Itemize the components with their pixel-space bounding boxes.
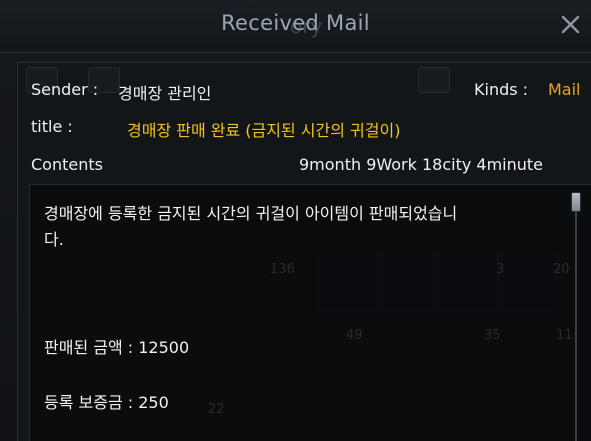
background-number: 20 — [553, 262, 570, 277]
background-slot — [418, 67, 450, 93]
contents-label: Contents — [31, 155, 103, 174]
background-number: 3 — [496, 262, 505, 277]
mail-timestamp: 9month 9Work 18city 4minute — [299, 155, 544, 174]
background-number: 35 — [484, 328, 501, 343]
close-icon — [561, 15, 580, 34]
title-label: title : — [31, 117, 73, 136]
sender-label: Sender : — [31, 80, 99, 99]
background-number: 11 — [556, 328, 573, 343]
scrollbar-thumb[interactable] — [571, 192, 581, 212]
background-number: 22 — [208, 402, 225, 417]
background-number: 49 — [346, 328, 363, 343]
close-button[interactable] — [557, 10, 585, 38]
background-number: 136 — [270, 262, 295, 277]
mail-content-area[interactable]: 경매장에 등록한 금지된 시간의 귀걸이 아이템이 판매되었습니 다. 판매된 … — [29, 184, 591, 441]
kinds-label: Kinds : — [474, 80, 529, 99]
kinds-value: Mail — [548, 80, 581, 99]
received-mail-window: ory Received Mail Sender : 경매장 관리인 Kinds… — [0, 0, 591, 441]
sender-value: 경매장 관리인 — [118, 84, 212, 103]
deposit-line: 등록 보증금 : 250 — [44, 393, 169, 412]
body-line-1: 경매장에 등록한 금지된 시간의 귀걸이 아이템이 판매되었습니 — [44, 204, 458, 223]
window-titlebar: ory Received Mail — [0, 0, 591, 53]
body-line-2: 다. — [44, 230, 64, 249]
content-scrollbar[interactable] — [569, 190, 583, 441]
mail-title: 경매장 판매 완료 (금지된 시간의 귀걸이) — [127, 121, 401, 140]
window-title: Received Mail — [221, 11, 370, 35]
scrollbar-track[interactable] — [575, 210, 577, 441]
sale-amount-line: 판매된 금액 : 12500 — [44, 338, 190, 357]
